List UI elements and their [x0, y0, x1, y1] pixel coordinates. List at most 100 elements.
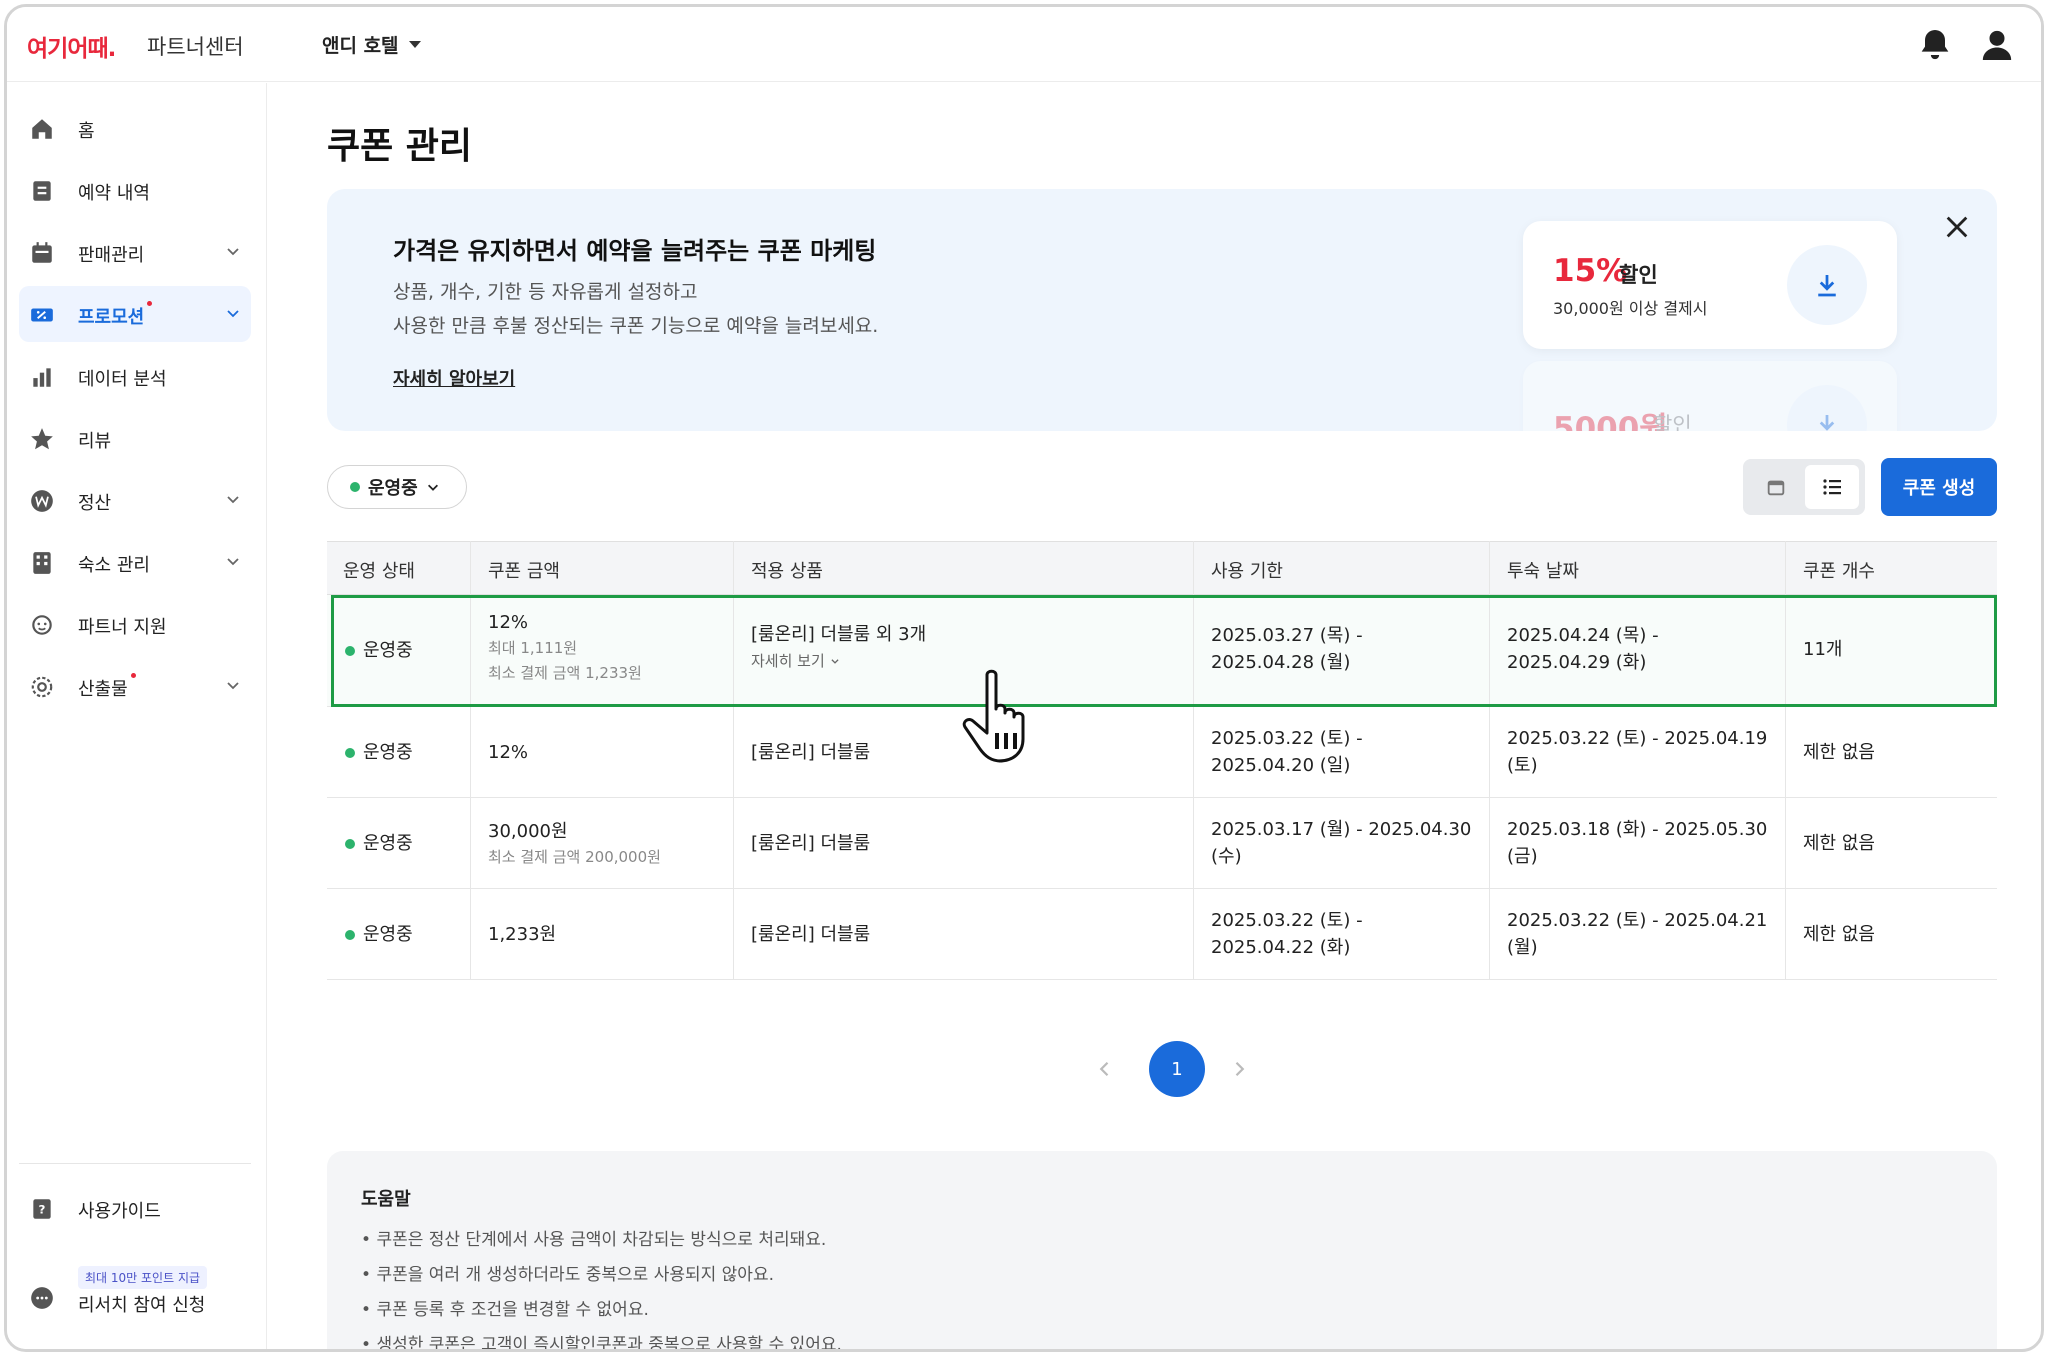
- download-button[interactable]: [1787, 385, 1867, 431]
- status-dot: [345, 838, 355, 849]
- bar-chart-icon: [33, 368, 51, 387]
- period-cell: 2025.03.22 (토) - 2025.04.20 (일): [1211, 725, 1363, 779]
- chevron-down-icon: [227, 682, 239, 690]
- calendar-icon: [32, 242, 52, 263]
- see-more-link[interactable]: 자세히 보기: [751, 648, 926, 675]
- star-icon: [31, 428, 53, 450]
- column-header: 쿠폰 금액: [488, 561, 560, 582]
- stay-start: 2025.04.24 (목) -: [1507, 625, 1659, 646]
- product-name: [룸온리] 더블룸 외 3개: [751, 624, 927, 645]
- sidebar-item-label: 정산: [78, 493, 112, 514]
- sidebar-item-analytics[interactable]: 데이터 분석: [19, 348, 251, 404]
- banner-text: 상품, 개수, 기한 등 자유롭게 설정하고: [393, 281, 698, 303]
- amount-cell: 12% 최대 1,111원 최소 결제 금액 1,233원: [488, 609, 642, 686]
- count-cell: 11개: [1803, 639, 1843, 660]
- sidebar-item-outputs[interactable]: 산출물: [19, 658, 251, 714]
- calendar-icon: [1767, 480, 1785, 496]
- column-divider: [470, 541, 471, 980]
- column-divider: [1193, 541, 1194, 980]
- create-coupon-button[interactable]: 쿠폰 생성: [1881, 458, 1997, 516]
- page-button[interactable]: 1: [1149, 1041, 1205, 1097]
- coupon-discount-label: 할인: [1619, 263, 1658, 287]
- download-button[interactable]: [1787, 245, 1867, 325]
- column-header: 사용 기한: [1211, 561, 1283, 582]
- amount-min-payment: 최소 결제 금액 200,000원: [488, 848, 661, 866]
- sidebar-item-label: 데이터 분석: [78, 369, 167, 390]
- sidebar-item-support[interactable]: 파트너 지원: [19, 596, 251, 652]
- stay-end: (토): [1507, 755, 1538, 776]
- column-header: 적용 상품: [751, 561, 823, 582]
- sidebar-item-label: 판매관리: [78, 245, 145, 266]
- hotel-selector[interactable]: 앤디 호텔: [322, 31, 421, 58]
- sidebar-item-promotion[interactable]: 프로모션: [19, 286, 251, 342]
- status-filter[interactable]: 운영중: [327, 465, 467, 509]
- stay-cell: 2025.03.22 (토) - 2025.04.19 (토): [1507, 725, 1767, 779]
- stay-start: 2025.03.22 (토) - 2025.04.19: [1507, 728, 1768, 749]
- stay-end: (금): [1507, 846, 1538, 867]
- table-row[interactable]: 운영중 30,000원 최소 결제 금액 200,000원 [룸온리] 더블룸 …: [327, 798, 1997, 889]
- support-icon: [32, 615, 52, 635]
- status-dot: [350, 482, 360, 492]
- learn-more-link[interactable]: 자세히 알아보기: [393, 365, 515, 391]
- period-start: 2025.03.22 (토) -: [1211, 910, 1363, 931]
- period-cell: 2025.03.17 (월) - 2025.04.30 (수): [1211, 816, 1471, 870]
- help-item: • 쿠폰은 정산 단계에서 사용 금액이 차감되는 방식으로 처리돼요.: [361, 1230, 827, 1250]
- table-row[interactable]: 운영중 12% 최대 1,111원 최소 결제 금액 1,233원 [룸온리] …: [327, 595, 1997, 707]
- help-item: • 생성한 쿠폰은 고객이 즉시할인쿠폰과 중복으로 사용할 수 있어요.: [361, 1335, 842, 1352]
- status-dot: [345, 747, 355, 758]
- coupon-discount-label: 할인: [1653, 413, 1692, 431]
- sidebar-item-home[interactable]: 홈: [19, 100, 251, 156]
- help-title: 도움말: [361, 1189, 411, 1210]
- table-row[interactable]: 운영중 12% [룸온리] 더블룸 2025.03.22 (토) - 2025.…: [327, 707, 1997, 798]
- help-item: • 쿠폰을 여러 개 생성하더라도 중복으로 사용되지 않아요.: [361, 1265, 774, 1285]
- chevron-left-icon[interactable]: [1095, 1059, 1115, 1079]
- chevron-right-icon[interactable]: [1229, 1059, 1249, 1079]
- period-start: 2025.03.27 (목) -: [1211, 625, 1363, 646]
- brand-logo[interactable]: 여기어때.: [27, 29, 116, 63]
- calendar-view-button[interactable]: [1749, 465, 1803, 509]
- status-cell: 운영중: [345, 739, 413, 766]
- sidebar-item-research[interactable]: 리서치 참여 신청: [19, 1269, 251, 1325]
- sidebar: 홈 예약 내역 판매관리 프로모션 데이터 분석 리뷰 정산 숙소 관리 파트너…: [7, 83, 267, 1349]
- close-icon[interactable]: [1943, 213, 1971, 241]
- caret-down-icon: [408, 41, 421, 48]
- product-cell: [룸온리] 더블룸 외 3개 자세히 보기: [751, 621, 926, 675]
- sidebar-item-reservations[interactable]: 예약 내역: [19, 162, 251, 218]
- status-dot: [345, 645, 355, 656]
- sidebar-item-sales[interactable]: 판매관리: [19, 224, 251, 280]
- list-view-button[interactable]: [1805, 465, 1859, 509]
- amount-min-payment: 최소 결제 금액 1,233원: [488, 664, 642, 682]
- coupon-discount: 15%: [1553, 253, 1628, 289]
- new-dot: [130, 673, 136, 678]
- status-dot: [345, 929, 355, 940]
- count-cell: 제한 없음: [1803, 924, 1875, 945]
- sidebar-item-guide[interactable]: ? 사용가이드: [19, 1180, 251, 1236]
- top-bar: 여기어때. 파트너센터 앤디 호텔: [7, 7, 2041, 82]
- user-icon[interactable]: [1977, 25, 2017, 65]
- chevron-down-icon: [830, 659, 839, 664]
- building-icon: [33, 552, 51, 574]
- sidebar-item-settlement[interactable]: 정산: [19, 472, 251, 528]
- coupon-discount: 5000원: [1553, 411, 1668, 431]
- status-label: 운영중: [363, 640, 413, 661]
- status-label: 운영중: [363, 742, 413, 763]
- sidebar-divider: [19, 1163, 251, 1164]
- list-icon: [1823, 479, 1841, 495]
- chevron-down-icon: [227, 558, 239, 566]
- status-cell: 운영중: [345, 921, 413, 948]
- column-divider: [733, 541, 734, 980]
- sidebar-item-reviews[interactable]: 리뷰: [19, 410, 251, 466]
- coupon-condition: 30,000원 이상 결제시: [1553, 299, 1708, 318]
- sidebar-item-property[interactable]: 숙소 관리: [19, 534, 251, 590]
- table-row[interactable]: 운영중 1,233원 [룸온리] 더블룸 2025.03.22 (토) - 20…: [327, 889, 1997, 980]
- stay-end: (월): [1507, 937, 1538, 958]
- column-divider: [1785, 541, 1786, 980]
- period-start: 2025.03.22 (토) -: [1211, 728, 1363, 749]
- count-cell: 제한 없음: [1803, 833, 1875, 854]
- bell-icon[interactable]: [1915, 25, 1955, 65]
- amount-cell: 1,233원: [488, 924, 557, 945]
- chevron-down-icon: [427, 484, 438, 491]
- column-header: 운영 상태: [343, 561, 415, 582]
- status-cell: 운영중: [345, 637, 413, 664]
- sidebar-item-label: 홈: [78, 121, 95, 142]
